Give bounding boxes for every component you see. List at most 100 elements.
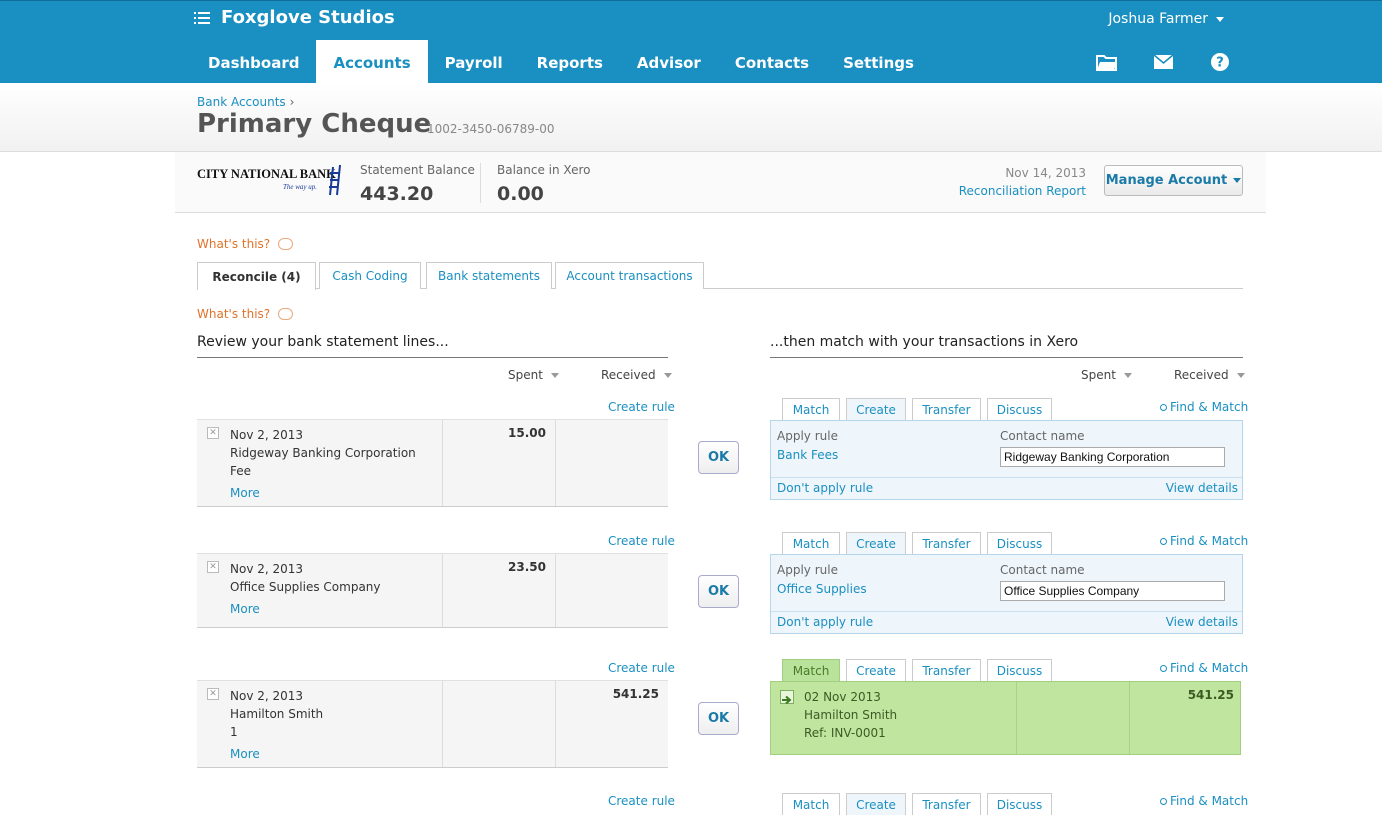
- bank-logo: CITY NATIONAL BANK The way up.: [197, 164, 341, 196]
- view-details-link[interactable]: View details: [1166, 481, 1238, 495]
- create-rule-link[interactable]: Create rule: [608, 661, 675, 675]
- breadcrumb: Bank Accounts ›: [197, 95, 294, 109]
- match-payee: Hamilton Smith: [804, 708, 898, 722]
- xero-balance-label: Balance in Xero: [497, 163, 591, 177]
- ok-button[interactable]: OK: [698, 441, 739, 474]
- tab-match[interactable]: Match: [782, 532, 840, 554]
- transaction-mode-tabs: Match Create Transfer Discuss: [782, 398, 1052, 420]
- tab-match[interactable]: Match: [782, 793, 840, 815]
- find-and-match-link[interactable]: Find & Match: [1160, 400, 1248, 414]
- create-rule-link[interactable]: Create rule: [608, 534, 675, 548]
- received-column-header[interactable]: Received: [601, 368, 672, 382]
- more-link[interactable]: More: [230, 600, 381, 618]
- nav-reports[interactable]: Reports: [520, 40, 620, 84]
- tab-transfer[interactable]: Transfer: [912, 398, 981, 420]
- spent-label: Spent: [1081, 368, 1116, 382]
- apply-rule-label: Apply rule: [777, 429, 838, 443]
- tab-transfer[interactable]: Transfer: [912, 532, 981, 554]
- tab-discuss[interactable]: Discuss: [987, 532, 1052, 554]
- tab-account-transactions[interactable]: Account transactions: [555, 262, 704, 289]
- tab-discuss[interactable]: Discuss: [987, 793, 1052, 815]
- main-nav: Dashboard Accounts Payroll Reports Advis…: [191, 40, 931, 84]
- dont-apply-rule-link[interactable]: Don't apply rule: [777, 615, 873, 629]
- nav-contacts[interactable]: Contacts: [718, 40, 826, 84]
- create-rule-link[interactable]: Create rule: [608, 400, 675, 414]
- account-number: 1002-3450-06789-00: [427, 122, 555, 136]
- nav-settings[interactable]: Settings: [826, 40, 931, 84]
- find-and-match-link[interactable]: Find & Match: [1160, 534, 1248, 548]
- tab-create[interactable]: Create: [846, 532, 906, 554]
- contact-name-input[interactable]: [1000, 447, 1225, 467]
- create-transaction-panel: Apply rule Office Supplies Contact name …: [770, 554, 1243, 634]
- breadcrumb-bank-accounts[interactable]: Bank Accounts: [197, 95, 286, 109]
- tab-transfer[interactable]: Transfer: [912, 659, 981, 681]
- received-column-header[interactable]: Received: [1174, 368, 1245, 382]
- reconciliation-report-link[interactable]: Reconciliation Report: [959, 184, 1086, 198]
- tab-match[interactable]: Match: [782, 398, 840, 420]
- find-and-match-link[interactable]: Find & Match: [1160, 794, 1248, 808]
- manage-account-button[interactable]: Manage Account: [1104, 165, 1243, 196]
- bank-logo-tagline: The way up.: [283, 183, 317, 191]
- user-name: Joshua Farmer: [1108, 11, 1208, 27]
- tab-transfer[interactable]: Transfer: [912, 793, 981, 815]
- whats-this-link[interactable]: What's this?: [197, 237, 294, 251]
- matched-transaction[interactable]: 02 Nov 2013 Hamilton Smith Ref: INV-0001…: [770, 681, 1241, 755]
- ok-button[interactable]: OK: [698, 575, 739, 608]
- ok-button[interactable]: OK: [698, 702, 739, 735]
- contact-name-input[interactable]: [1000, 581, 1225, 601]
- statement-balance-value: 443.20: [360, 183, 434, 205]
- statement-line: ✕ Nov 2, 2013 Office Supplies Company Mo…: [197, 553, 668, 628]
- contact-name-label: Contact name: [1000, 563, 1085, 577]
- mail-icon[interactable]: [1153, 52, 1175, 72]
- remove-icon[interactable]: ✕: [207, 561, 219, 573]
- tab-discuss[interactable]: Discuss: [987, 659, 1052, 681]
- help-icon[interactable]: ?: [1209, 52, 1231, 72]
- transaction-mode-tabs: Match Create Transfer Discuss: [782, 659, 1052, 681]
- nav-dashboard[interactable]: Dashboard: [191, 40, 316, 84]
- reconcile-tabs: Reconcile (4) Cash Coding Bank statement…: [197, 262, 1243, 290]
- more-link[interactable]: More: [230, 745, 323, 763]
- find-and-match-link[interactable]: Find & Match: [1160, 661, 1248, 675]
- rule-link[interactable]: Office Supplies: [777, 582, 867, 596]
- view-details-link[interactable]: View details: [1166, 615, 1238, 629]
- remove-icon[interactable]: ✕: [207, 688, 219, 700]
- line-reference: 1: [230, 725, 238, 739]
- tab-create[interactable]: Create: [846, 793, 906, 815]
- caret-down-icon: [550, 372, 559, 378]
- spent-column-header[interactable]: Spent: [508, 368, 559, 382]
- match-arrow-icon: [780, 690, 794, 705]
- caret-down-icon: [1123, 372, 1132, 378]
- apply-rule-label: Apply rule: [777, 563, 838, 577]
- folder-icon[interactable]: [1096, 52, 1118, 72]
- org-switcher[interactable]: Foxglove Studios: [194, 7, 395, 28]
- whats-this-link[interactable]: What's this?: [197, 307, 294, 321]
- bank-logo-name: CITY NATIONAL BANK: [197, 167, 336, 181]
- more-link[interactable]: More: [230, 484, 416, 502]
- find-and-match-label: Find & Match: [1170, 661, 1249, 675]
- nav-advisor[interactable]: Advisor: [620, 40, 718, 84]
- user-menu[interactable]: Joshua Farmer: [1108, 11, 1224, 27]
- caret-down-icon: [1236, 372, 1245, 378]
- manage-account-label: Manage Account: [1105, 173, 1228, 188]
- tab-cash-coding[interactable]: Cash Coding: [319, 262, 421, 289]
- tab-create[interactable]: Create: [846, 398, 906, 420]
- create-rule-link[interactable]: Create rule: [608, 794, 675, 808]
- rule-link[interactable]: Bank Fees: [777, 448, 838, 462]
- find-and-match-label: Find & Match: [1170, 400, 1249, 414]
- create-transaction-panel: Apply rule Bank Fees Contact name Don't …: [770, 420, 1243, 500]
- tab-bank-statements[interactable]: Bank statements: [426, 262, 552, 289]
- tab-match[interactable]: Match: [782, 659, 840, 681]
- remove-icon[interactable]: ✕: [207, 427, 219, 439]
- line-payee: Ridgeway Banking Corporation: [230, 446, 416, 460]
- tab-create[interactable]: Create: [846, 659, 906, 681]
- nav-accounts[interactable]: Accounts: [316, 40, 428, 84]
- dont-apply-rule-link[interactable]: Don't apply rule: [777, 481, 873, 495]
- line-reference: Fee: [230, 464, 252, 478]
- org-name: Foxglove Studios: [221, 7, 395, 28]
- spent-column-header[interactable]: Spent: [1081, 368, 1132, 382]
- line-payee: Hamilton Smith: [230, 707, 324, 721]
- nav-payroll[interactable]: Payroll: [428, 40, 520, 84]
- tab-reconcile[interactable]: Reconcile (4): [197, 262, 316, 290]
- tab-discuss[interactable]: Discuss: [987, 398, 1052, 420]
- find-and-match-label: Find & Match: [1170, 534, 1249, 548]
